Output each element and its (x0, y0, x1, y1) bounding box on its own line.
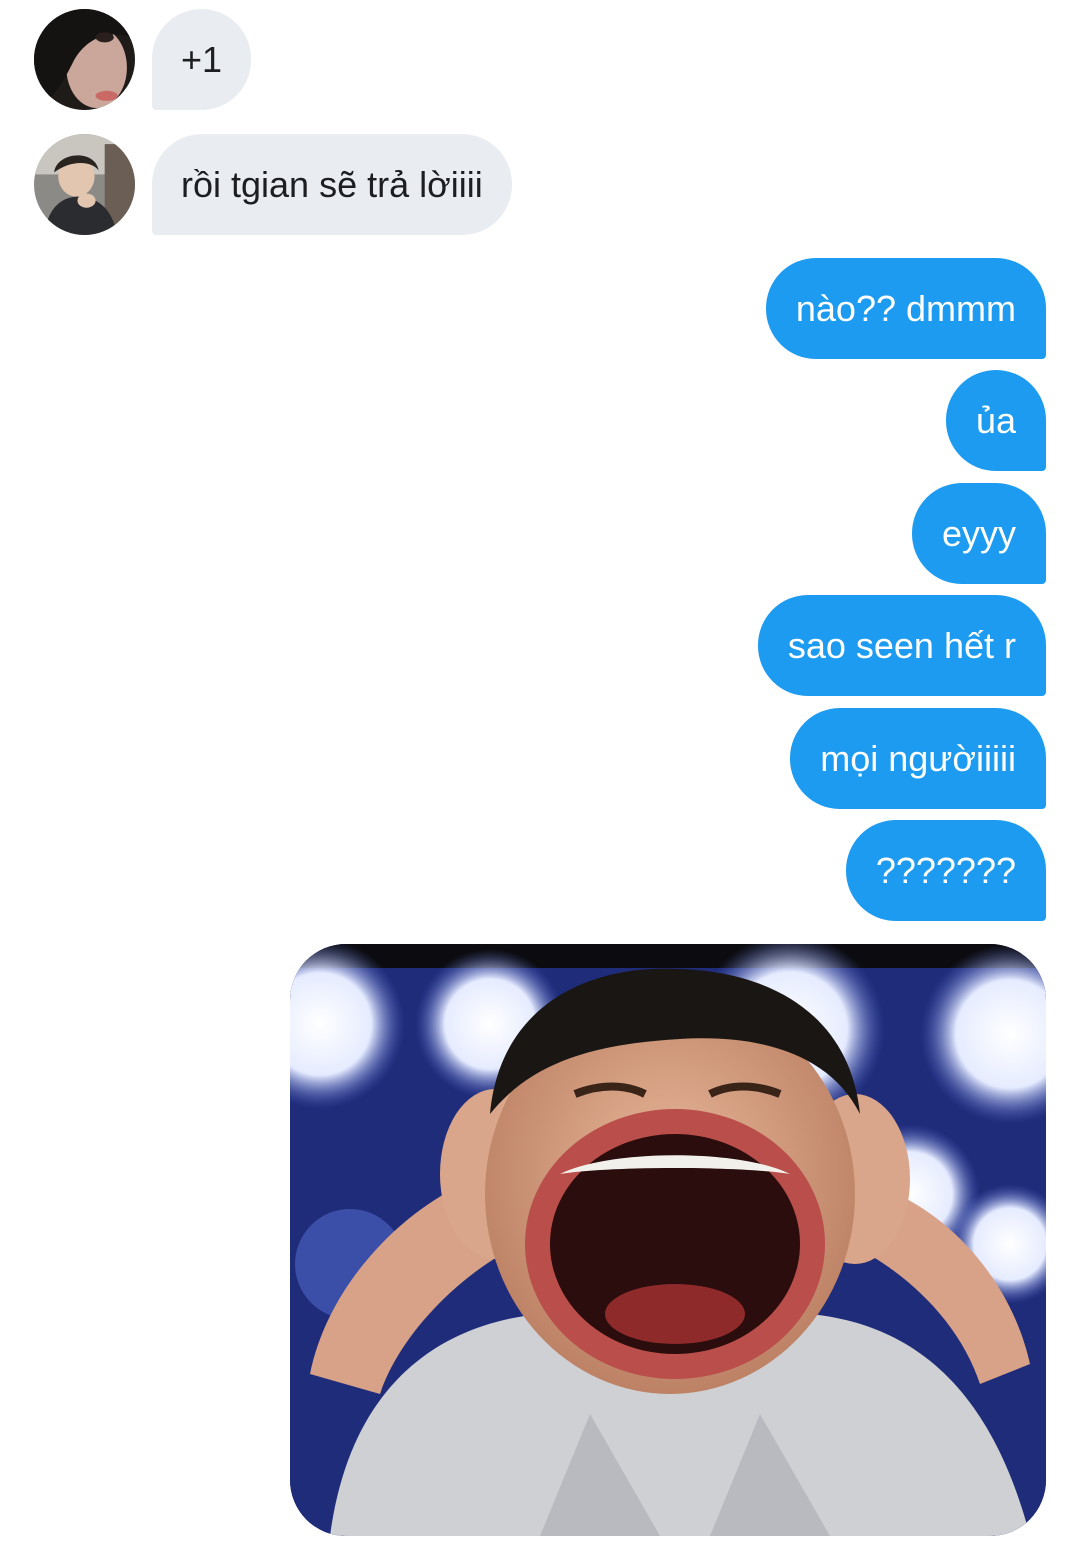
outgoing-message[interactable]: ??????? (845, 820, 1046, 921)
message-text: nào?? dmmm (795, 287, 1016, 329)
outgoing-message[interactable]: ủa (945, 370, 1046, 471)
incoming-message[interactable]: rồi tgian sẽ trả lờiiii (152, 134, 512, 235)
message-text: rồi tgian sẽ trả lờiiii (181, 163, 483, 205)
outgoing-message[interactable]: sao seen hết r (757, 595, 1046, 696)
message-image[interactable] (290, 944, 1046, 1536)
avatar[interactable] (34, 9, 135, 110)
message-text: ủa (975, 399, 1016, 441)
avatar[interactable] (34, 134, 135, 235)
outgoing-message[interactable]: mọi ngườiiiii (790, 708, 1046, 809)
message-text: eyyy (941, 512, 1016, 554)
message-text: mọi ngườiiiii (820, 737, 1016, 779)
screaming-man-meme-icon (290, 944, 1046, 1536)
message-text: ??????? (875, 849, 1016, 891)
message-text: +1 (181, 38, 223, 80)
message-text: sao seen hết r (787, 624, 1016, 666)
avatar-boy-photo-icon (34, 134, 135, 235)
incoming-message[interactable]: +1 (152, 9, 252, 110)
avatar-dark-hood-icon (34, 9, 135, 110)
outgoing-message[interactable]: nào?? dmmm (765, 258, 1046, 359)
outgoing-message[interactable]: eyyy (911, 483, 1046, 584)
